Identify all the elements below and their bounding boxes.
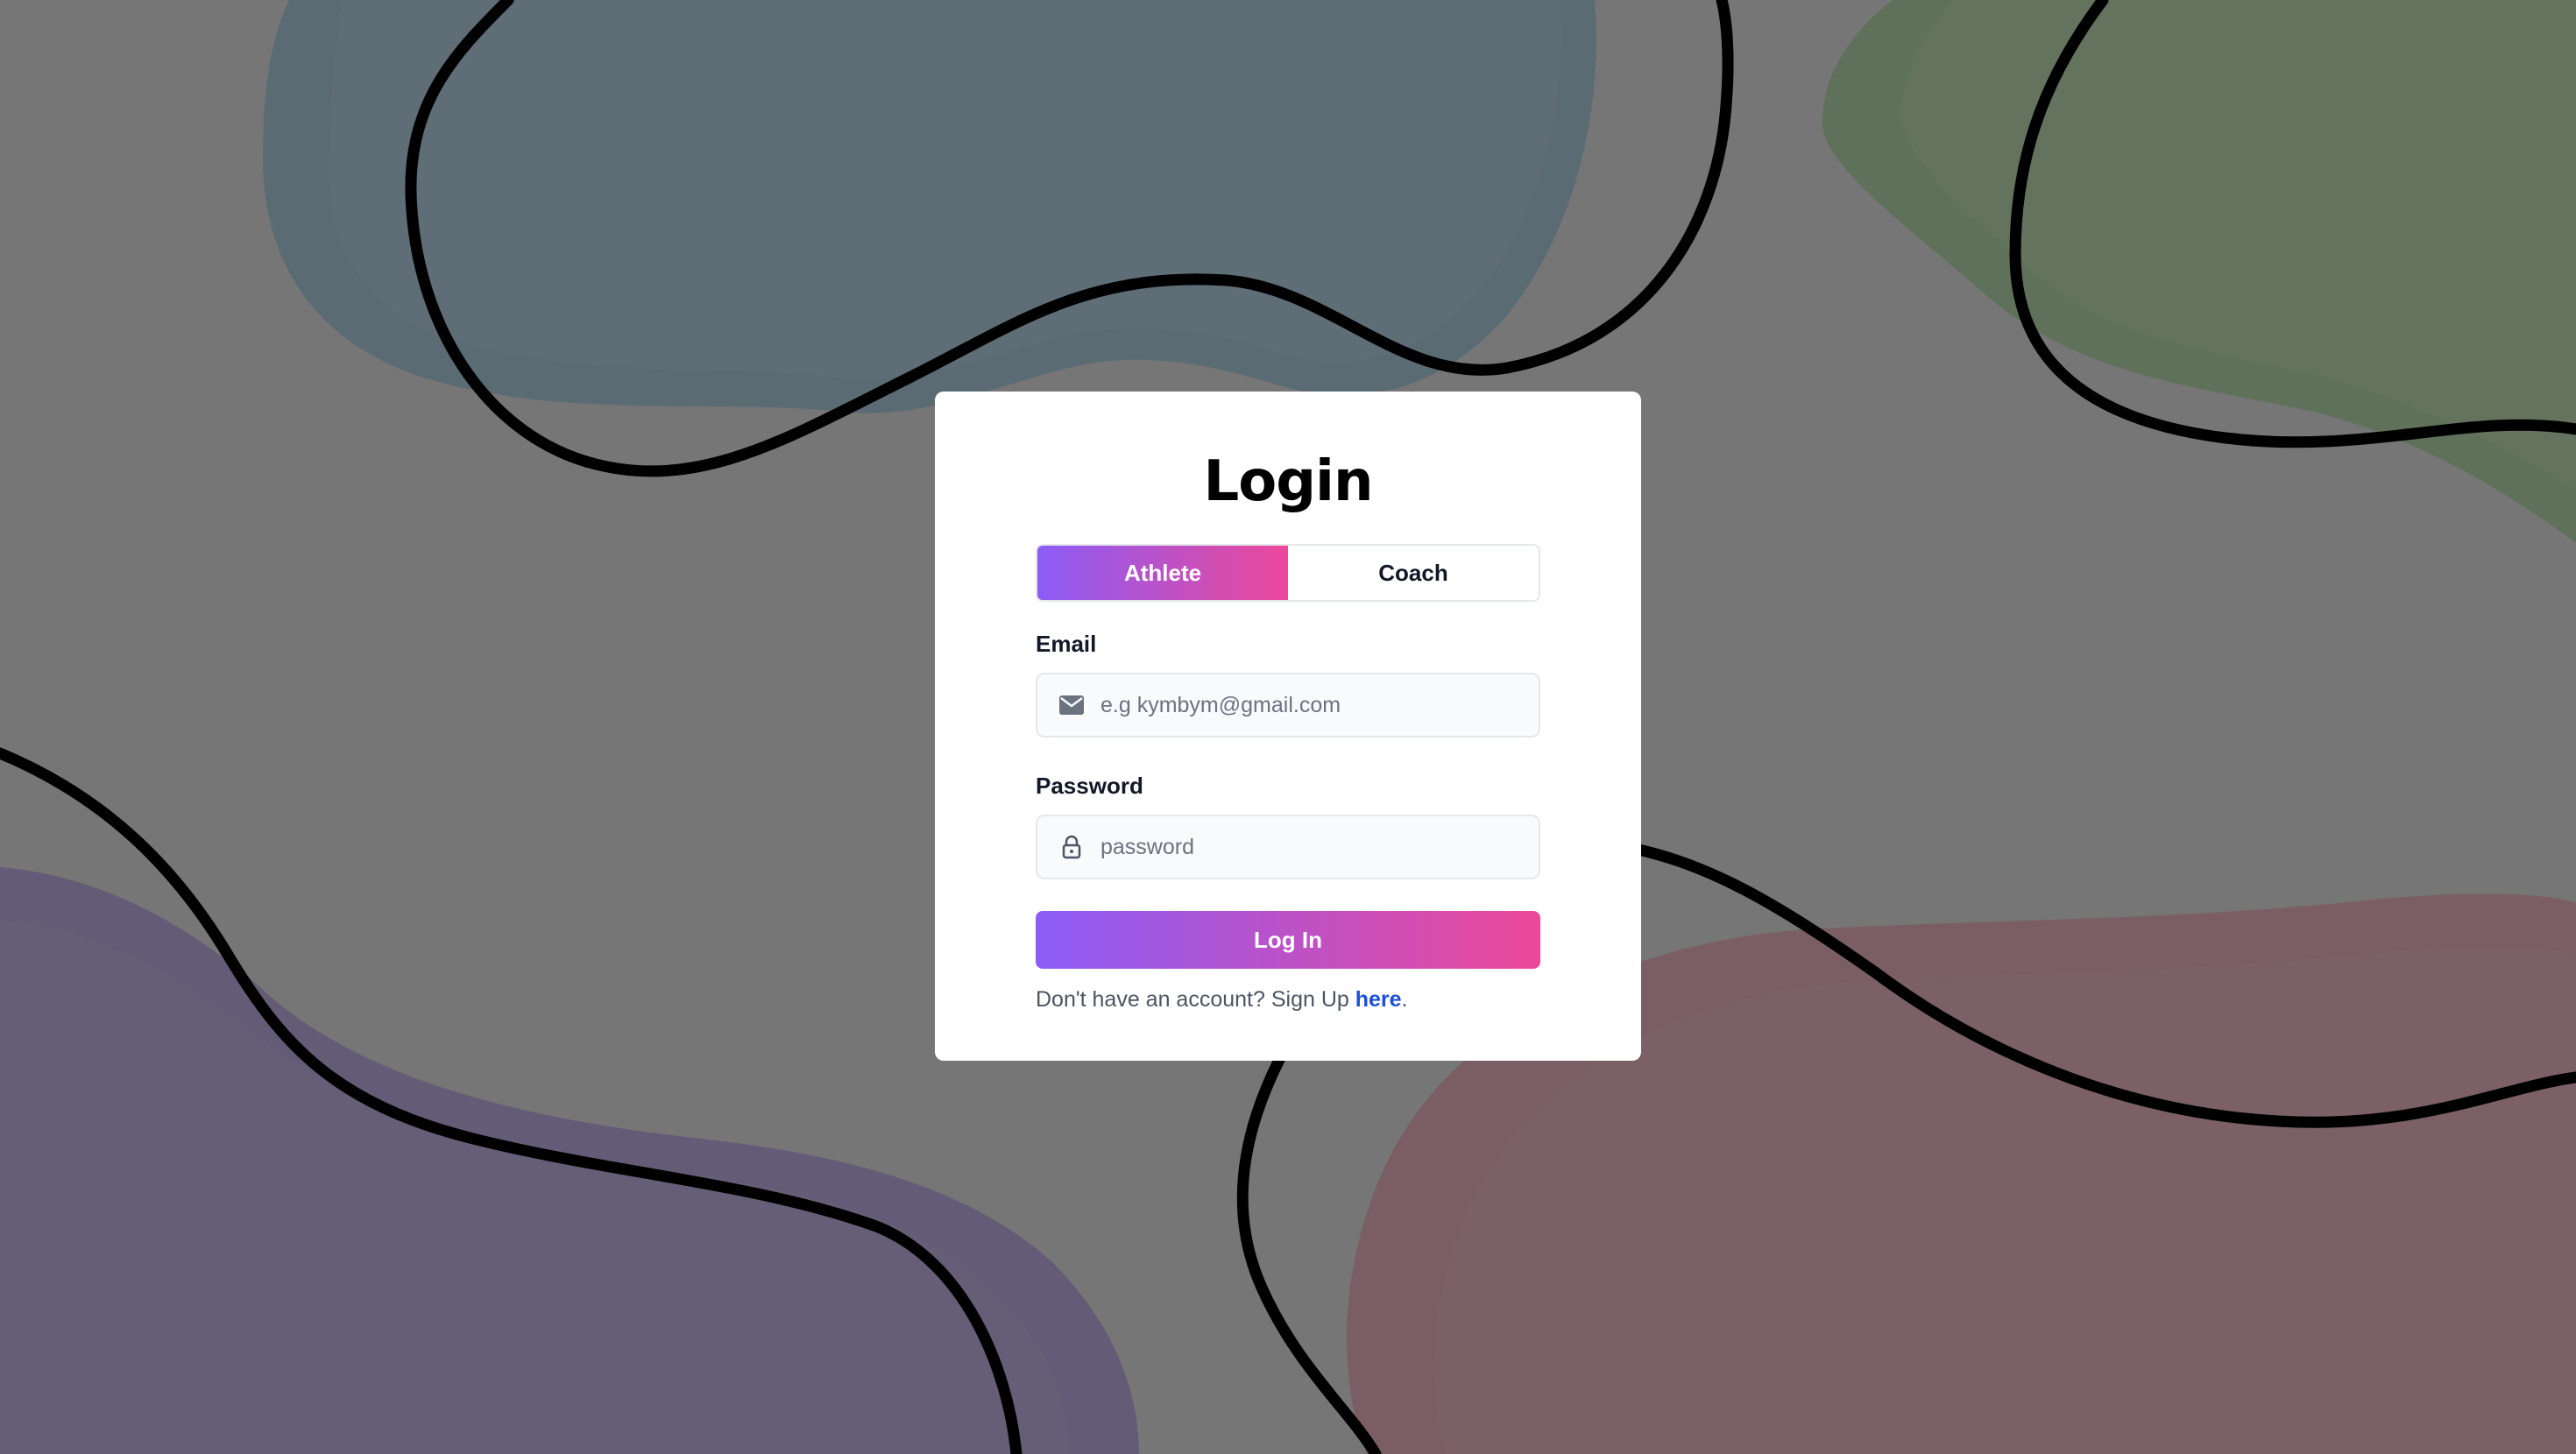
login-button[interactable]: Log In	[1036, 911, 1540, 969]
signup-prompt: Don't have an account? Sign Up here.	[1036, 985, 1540, 1014]
password-input[interactable]	[1037, 816, 1539, 878]
athlete-role-tab[interactable]: Athlete	[1037, 546, 1288, 600]
signup-link[interactable]: here	[1355, 987, 1402, 1012]
role-toggle: Athlete Coach	[1036, 544, 1540, 602]
coach-role-tab[interactable]: Coach	[1288, 546, 1539, 600]
login-title: Login	[1203, 449, 1373, 514]
lock-icon	[1058, 834, 1085, 860]
signup-suffix: .	[1401, 987, 1408, 1012]
login-card: Login Athlete Coach Email Password Log I…	[935, 392, 1641, 1061]
mail-icon	[1058, 692, 1085, 718]
email-input[interactable]	[1037, 674, 1539, 736]
password-input-wrapper[interactable]	[1036, 815, 1540, 879]
signup-prompt-text: Don't have an account? Sign Up	[1036, 987, 1355, 1012]
password-label: Password	[1036, 773, 1143, 799]
email-input-wrapper[interactable]	[1036, 673, 1540, 738]
email-label: Email	[1036, 631, 1097, 657]
